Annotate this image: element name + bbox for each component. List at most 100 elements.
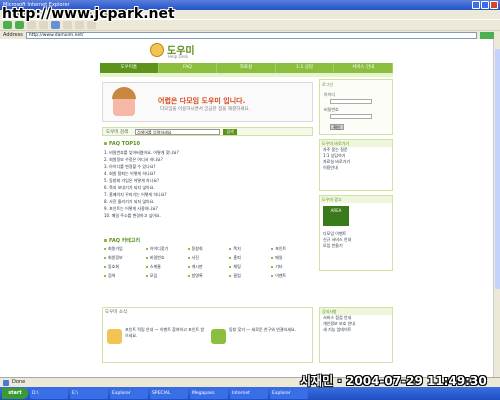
bullet-icon: [271, 248, 274, 250]
nav-consult[interactable]: 1:1 상담: [276, 63, 335, 73]
login-title: 로그인: [322, 82, 334, 87]
bullet-icon: [104, 266, 106, 268]
welcome-banner: 어렵은 다모임 도우미 입니다. 다모임을 이용하시면서 궁금한 점을 해결하세…: [102, 82, 313, 122]
category-item[interactable]: 게시판: [187, 264, 230, 270]
list-item[interactable]: 5. 동창회 가입은 어떻게 하나요?: [104, 177, 312, 184]
help-search: 도우미 검색 검색어를 입력하세요 검색: [102, 127, 313, 136]
print-icon[interactable]: [87, 21, 96, 29]
side-box-title: 도우미 광고: [320, 196, 392, 203]
list-item[interactable]: 8. 사진 올리기가 되지 않아요.: [104, 198, 312, 205]
minimize-button[interactable]: [472, 1, 480, 9]
list-item[interactable]: 3. 아이디를 변경할 수 있나요?: [104, 163, 312, 170]
logo-icon[interactable]: [150, 43, 164, 57]
taskbar-item[interactable]: Internet: [230, 388, 268, 399]
forward-icon[interactable]: [15, 21, 24, 29]
list-item[interactable]: 10. 메일 주소를 변경하고 싶어요.: [104, 212, 312, 219]
start-button[interactable]: start: [2, 388, 28, 399]
bullet-icon: [187, 248, 190, 250]
category-item[interactable]: 동창회: [187, 246, 230, 252]
bullet-icon: [229, 248, 232, 250]
side-box-notice: 공지사항 서비스 점검 안내 개인정보 보호 안내 새 기능 업데이트: [319, 307, 393, 363]
bullet-icon: [187, 275, 190, 277]
welcome-subtitle: 다모임을 이용하시면서 궁금한 점을 해결하세요.: [160, 107, 250, 112]
side-box-ad: 도우미 광고 AREA 다모임 이벤트 신규 서비스 안내 모임 만들기: [319, 195, 393, 271]
nav-library[interactable]: 자료실: [217, 63, 276, 73]
list-item[interactable]: 4. 회원 탈퇴는 어떻게 하나요?: [104, 170, 312, 177]
bullet-icon: [271, 257, 274, 259]
close-button[interactable]: [490, 1, 498, 9]
news-item[interactable]: 포인트 적립 안내 — 이벤트 참여하고 포인트 받으세요.: [125, 327, 207, 339]
scrollbar-thumb[interactable]: [495, 49, 500, 289]
category-item[interactable]: 쪽지: [229, 246, 271, 252]
favorites-icon[interactable]: [75, 21, 84, 29]
refresh-icon[interactable]: [39, 21, 48, 29]
avatar: [112, 87, 136, 116]
nav-home[interactable]: 도우미홈: [100, 63, 159, 73]
news-icon: [107, 329, 122, 344]
bullet-icon: [104, 248, 106, 250]
faq-category-label: FAQ 카테고리: [109, 238, 141, 244]
category-item[interactable]: 모임: [145, 273, 188, 279]
category-item[interactable]: 기타: [271, 264, 313, 270]
category-item[interactable]: 검색: [104, 273, 146, 279]
category-grid: 회원가입 아이디찾기 동창회 쪽지 포인트 회원정보 비밀번호 사진 홈피 메일…: [104, 246, 313, 279]
ad-banner[interactable]: AREA: [323, 206, 349, 226]
category-item[interactable]: 회원정보: [104, 255, 146, 261]
taskbar-item[interactable]: D:\: [30, 388, 68, 399]
list-item[interactable]: 6. 쪽지 보내기가 되지 않아요.: [104, 184, 312, 191]
list-item[interactable]: 2. 회원정보 수정은 어디서 하나요?: [104, 156, 312, 163]
bullet-icon: [145, 257, 148, 259]
main-content: 어렵은 다모임 도우미 입니다. 다모임을 이용하시면서 궁금한 점을 해결하세…: [100, 79, 315, 377]
bullet-icon: [104, 275, 106, 277]
category-item[interactable]: 포인트: [271, 246, 313, 252]
id-field[interactable]: [330, 99, 372, 104]
side-link[interactable]: 이용안내: [320, 165, 392, 171]
category-item[interactable]: 이벤트: [271, 273, 313, 279]
login-button[interactable]: 확인: [330, 124, 344, 130]
taskbar-item[interactable]: SPECIAL: [150, 388, 188, 399]
faq-list: 1. 비밀번호를 잊어버렸어요. 어떻게 찾나요? 2. 회원정보 수정은 어디…: [104, 149, 312, 219]
vertical-scrollbar[interactable]: [493, 39, 500, 377]
nav-service[interactable]: 서비스 안내: [334, 63, 393, 73]
category-item[interactable]: 사진: [187, 255, 230, 261]
search-input[interactable]: 검색어를 입력하세요: [135, 129, 220, 135]
taskbar-item[interactable]: Explorer: [110, 388, 148, 399]
home-icon[interactable]: [51, 21, 60, 29]
side-link[interactable]: 새 기능 업데이트: [320, 327, 392, 333]
category-item[interactable]: 비밀번호: [145, 255, 188, 261]
category-item[interactable]: 채팅: [229, 264, 271, 270]
category-item[interactable]: 메일: [271, 255, 313, 261]
taskbar-item[interactable]: Explorer: [270, 388, 308, 399]
bullet-icon: [145, 275, 148, 277]
taskbar-item[interactable]: E:\: [70, 388, 108, 399]
list-item[interactable]: 7. 홈페이지 꾸미기는 어떻게 하나요?: [104, 191, 312, 198]
category-item[interactable]: 회원가입: [104, 246, 146, 252]
search-button[interactable]: 검색: [223, 129, 237, 135]
timestamp-overlay: 시재민 · 2004-07-29 11:49:30: [300, 374, 487, 388]
category-item[interactable]: 아이디찾기: [145, 246, 188, 252]
list-item[interactable]: 9. 포인트는 어떻게 사용하나요?: [104, 205, 312, 212]
stop-icon[interactable]: [27, 21, 36, 29]
nav-faq[interactable]: FAQ: [159, 63, 218, 73]
category-item[interactable]: 클럽: [229, 273, 271, 279]
welcome-title: 어렵은 다모임 도우미 입니다.: [158, 97, 246, 105]
news-item[interactable]: 동창 찾기 — 새로운 친구와 연결하세요.: [229, 327, 311, 333]
sub-nav-strip: [100, 73, 393, 77]
category-item[interactable]: 방명록: [187, 273, 230, 279]
taskbar-item[interactable]: Megapass: [190, 388, 228, 399]
category-item[interactable]: 스케줄: [145, 264, 188, 270]
address-input[interactable]: http://www.damoim.net/: [25, 31, 477, 39]
go-button[interactable]: [480, 31, 494, 39]
password-field[interactable]: [330, 114, 372, 119]
address-bar: Address http://www.damoim.net/: [0, 30, 500, 39]
bullet-icon: [145, 248, 148, 250]
maximize-button[interactable]: [481, 1, 489, 9]
side-box-title: 도우미 바로가기: [320, 140, 392, 147]
site-subtitle: Help Desk: [168, 54, 189, 59]
search-icon[interactable]: [63, 21, 72, 29]
side-link[interactable]: 모임 만들기: [320, 243, 392, 249]
list-item[interactable]: 1. 비밀번호를 잊어버렸어요. 어떻게 찾나요?: [104, 149, 312, 156]
category-item[interactable]: 홈피: [229, 255, 271, 261]
category-item[interactable]: 동호회: [104, 264, 146, 270]
back-icon[interactable]: [3, 21, 12, 29]
